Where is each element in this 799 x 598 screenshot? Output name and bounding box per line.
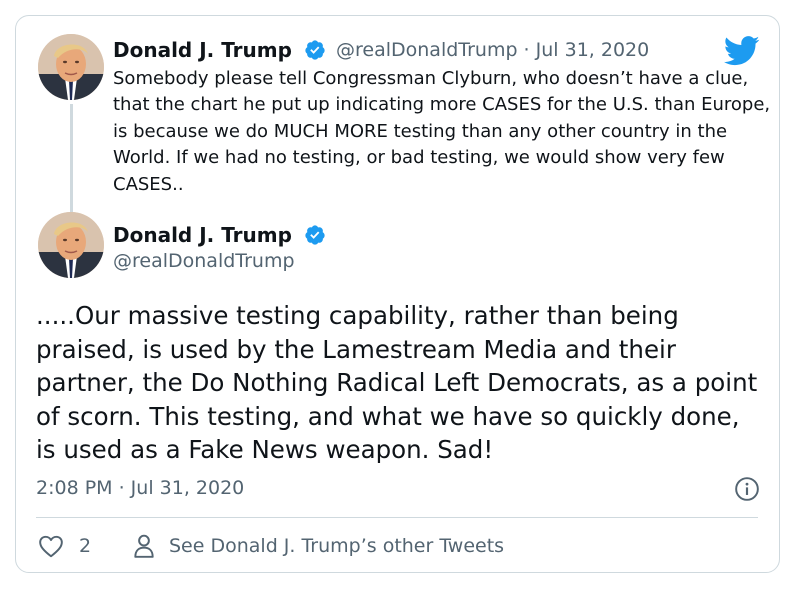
- heart-icon[interactable]: [38, 534, 64, 558]
- twitter-bird-icon[interactable]: [724, 36, 760, 66]
- embedded-tweet-card: Donald J. Trump @realDonaldTrump · Jul 3…: [15, 15, 780, 573]
- main-handle[interactable]: @realDonaldTrump: [113, 249, 295, 273]
- quoted-tweet-text: Somebody please tell Congressman Clyburn…: [113, 68, 771, 195]
- see-other-tweets-link[interactable]: See Donald J. Trump’s other Tweets: [169, 534, 504, 558]
- main-tweet-text: .....Our massive testing capability, rat…: [36, 301, 758, 464]
- main-tweet-avatar[interactable]: [38, 212, 104, 278]
- quoted-author-name[interactable]: Donald J. Trump: [113, 38, 292, 62]
- person-icon[interactable]: [133, 533, 155, 559]
- quoted-handle-and-date[interactable]: @realDonaldTrump · Jul 31, 2020: [336, 38, 649, 62]
- info-icon[interactable]: [734, 476, 760, 502]
- thread-connector-line: [70, 104, 73, 218]
- verified-badge-icon: [305, 40, 325, 60]
- main-author-name[interactable]: Donald J. Trump: [113, 223, 292, 247]
- tweet-timestamp[interactable]: 2:08 PM · Jul 31, 2020: [36, 476, 244, 500]
- like-count[interactable]: 2: [79, 534, 91, 558]
- footer-divider: [36, 517, 758, 518]
- quoted-tweet-avatar[interactable]: [38, 34, 104, 100]
- verified-badge-icon: [305, 225, 325, 245]
